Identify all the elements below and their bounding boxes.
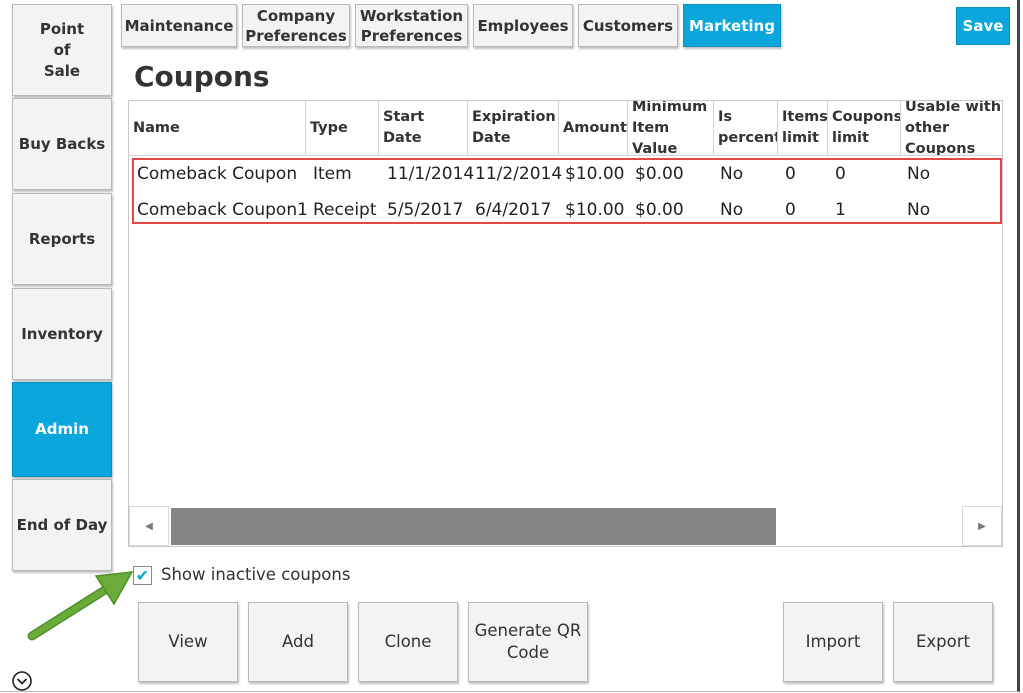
tab-workstation-preferences[interactable]: Workstation Preferences [355, 4, 468, 47]
sidebar-item-point-of-sale[interactable]: Point of Sale [12, 4, 112, 96]
column-header-type[interactable]: Type [306, 101, 379, 155]
clone-button[interactable]: Clone [358, 602, 458, 682]
tab-maintenance[interactable]: Maintenance [121, 4, 237, 47]
tab-customers[interactable]: Customers [578, 4, 678, 47]
arrow-right-icon[interactable]: ▶ [962, 506, 1002, 546]
column-header-amount[interactable]: Amount [559, 101, 628, 155]
column-header-name[interactable]: Name [129, 101, 306, 155]
sidebar-item-end-of-day[interactable]: End of Day [12, 479, 112, 571]
app-window: Point of Sale Buy Backs Reports Inventor… [0, 0, 1020, 692]
chevron-down-circle-icon[interactable] [11, 670, 33, 692]
rows-highlight-annotation [132, 158, 1002, 224]
coupons-table: Name Type Start Date Expiration Date Amo… [128, 100, 1003, 547]
save-button[interactable]: Save [956, 7, 1010, 45]
column-header-expiration-date[interactable]: Expiration Date [468, 101, 559, 155]
show-inactive-label[interactable]: Show inactive coupons [161, 565, 350, 584]
header-divider [129, 155, 1002, 156]
view-button[interactable]: View [138, 602, 238, 682]
tab-marketing[interactable]: Marketing [683, 4, 781, 47]
column-header-start-date[interactable]: Start Date [379, 101, 468, 155]
tab-company-preferences[interactable]: Company Preferences [242, 4, 350, 47]
column-header-is-percent[interactable]: Is percent [714, 101, 778, 155]
import-button[interactable]: Import [783, 602, 883, 682]
generate-qr-code-button[interactable]: Generate QR Code [468, 602, 588, 682]
page-title: Coupons [134, 60, 270, 93]
add-button[interactable]: Add [248, 602, 348, 682]
column-header-usable-with-other-coupons[interactable]: Usable with other Coupons [901, 101, 1002, 155]
annotation-arrow-icon [27, 571, 134, 641]
column-header-minimum-item-value[interactable]: Minimum Item Value [628, 101, 714, 155]
tab-employees[interactable]: Employees [473, 4, 573, 47]
arrow-left-icon[interactable]: ◀ [129, 506, 169, 546]
horizontal-scrollbar[interactable]: ◀ ▶ [129, 506, 1002, 546]
column-header-coupons-limit[interactable]: Coupons limit [828, 101, 901, 155]
sidebar-item-admin[interactable]: Admin [12, 382, 112, 477]
export-button[interactable]: Export [893, 602, 993, 682]
sidebar-item-reports[interactable]: Reports [12, 193, 112, 285]
sidebar-item-buy-backs[interactable]: Buy Backs [12, 98, 112, 190]
sidebar-item-inventory[interactable]: Inventory [12, 288, 112, 380]
column-header-items-limit[interactable]: Items limit [778, 101, 828, 155]
scrollbar-thumb[interactable] [171, 508, 776, 545]
